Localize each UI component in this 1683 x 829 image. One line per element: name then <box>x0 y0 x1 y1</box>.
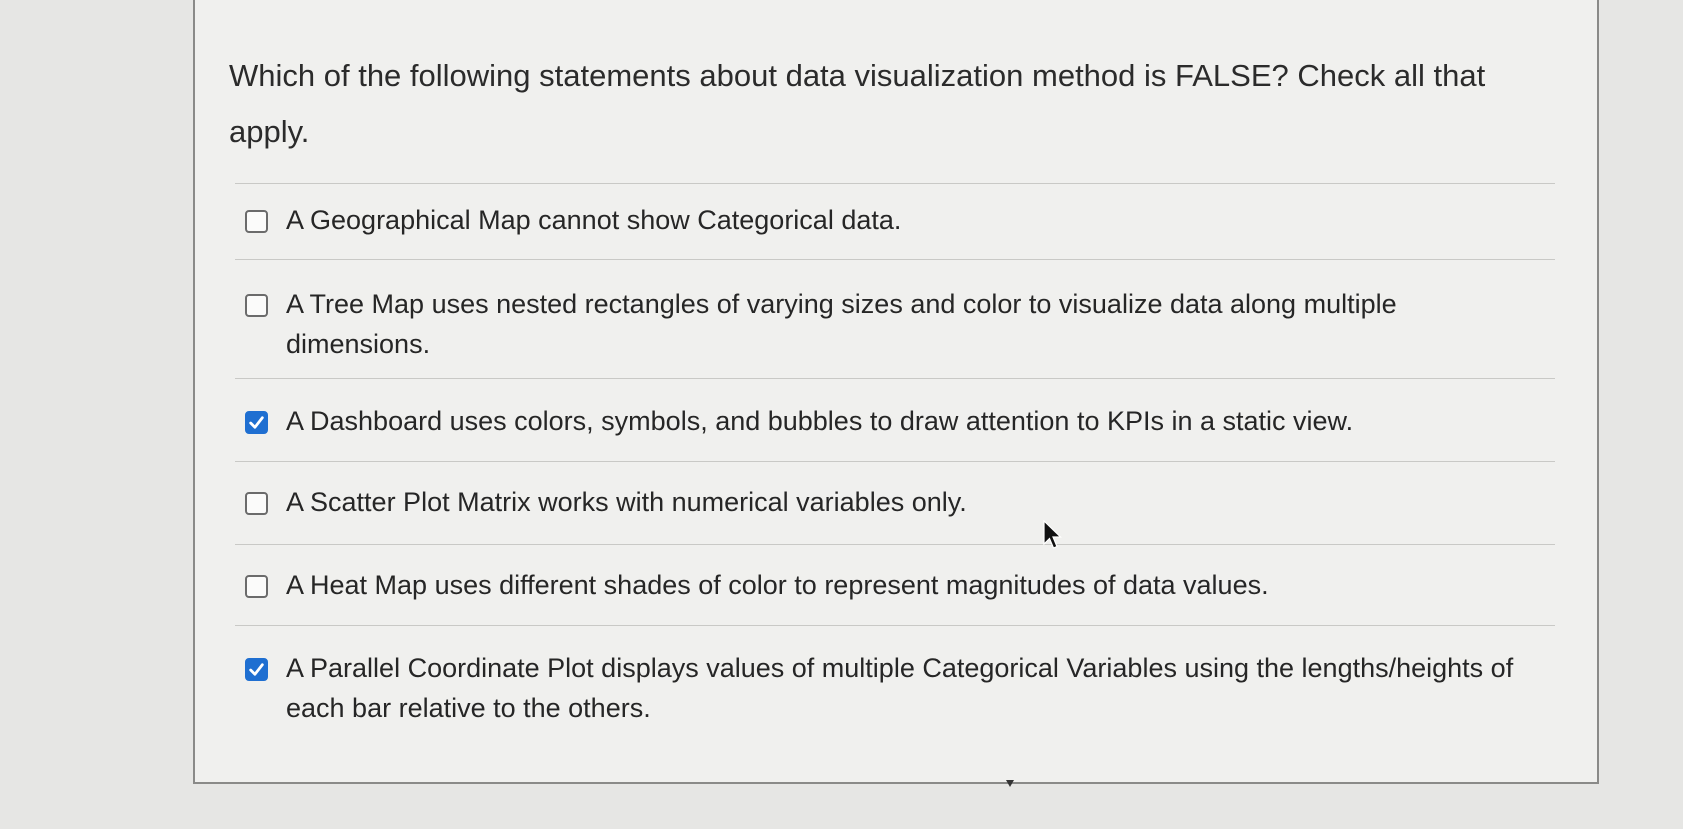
answer-label: A Parallel Coordinate Plot displays valu… <box>286 653 1514 723</box>
mouse-pointer-icon <box>1043 520 1062 549</box>
answer-option-6[interactable]: A Parallel Coordinate Plot displays valu… <box>235 626 1555 748</box>
answer-option-1[interactable]: A Geographical Map cannot show Categoric… <box>235 184 1555 259</box>
answer-label: A Tree Map uses nested rectangles of var… <box>286 289 1397 359</box>
checkbox[interactable] <box>245 492 268 515</box>
checkmark-icon <box>249 663 264 676</box>
checkbox[interactable] <box>245 294 268 317</box>
answer-label: A Heat Map uses different shades of colo… <box>286 570 1269 600</box>
checkbox[interactable] <box>245 575 268 598</box>
checkbox[interactable] <box>245 210 268 233</box>
checkbox-checked[interactable] <box>245 411 268 434</box>
answer-label: A Scatter Plot Matrix works with numeric… <box>286 487 967 517</box>
caret-down-icon <box>1006 780 1014 787</box>
checkbox-checked[interactable] <box>245 658 268 681</box>
answer-option-5[interactable]: A Heat Map uses different shades of colo… <box>235 545 1555 625</box>
answer-option-4[interactable]: A Scatter Plot Matrix works with numeric… <box>235 462 1555 544</box>
answer-label: A Geographical Map cannot show Categoric… <box>286 205 902 235</box>
question-text: Which of the following statements about … <box>229 58 1486 149</box>
answer-option-2[interactable]: A Tree Map uses nested rectangles of var… <box>235 260 1555 378</box>
answer-label: A Dashboard uses colors, symbols, and bu… <box>286 406 1354 436</box>
answer-list: A Geographical Map cannot show Categoric… <box>235 183 1555 748</box>
question-card: Which of the following statements about … <box>193 0 1599 784</box>
answer-option-3[interactable]: A Dashboard uses colors, symbols, and bu… <box>235 379 1555 461</box>
checkmark-icon <box>249 416 264 429</box>
